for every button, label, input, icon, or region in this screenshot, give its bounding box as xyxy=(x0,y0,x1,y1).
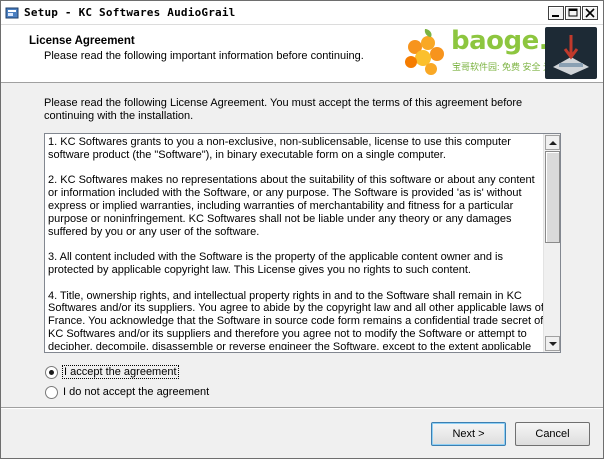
decline-label[interactable]: I do not accept the agreement xyxy=(63,386,209,398)
close-button[interactable] xyxy=(582,6,598,20)
next-button[interactable]: Next > xyxy=(431,422,506,446)
license-paragraph: 1. KC Softwares grants to you a non-excl… xyxy=(48,136,511,161)
watermark-logo: baoge.net 宝哥软件园: 免费 安全 无毒 xyxy=(401,25,601,83)
decline-radio[interactable] xyxy=(45,385,58,399)
footer-divider xyxy=(1,407,603,409)
license-scrollbar[interactable] xyxy=(543,134,560,352)
accept-radio[interactable] xyxy=(45,365,58,379)
orange-fruit-icon xyxy=(405,29,444,75)
scroll-up-button[interactable] xyxy=(545,135,560,150)
accept-option[interactable]: I accept the agreement xyxy=(45,364,179,380)
window-title: Setup - KC Softwares AudioGrail xyxy=(24,6,236,19)
license-textbox[interactable]: 1. KC Softwares grants to you a non-excl… xyxy=(44,133,561,353)
minimize-button[interactable] xyxy=(548,6,564,20)
license-paragraph: 2. KC Softwares makes no representations… xyxy=(48,174,535,238)
intro-text: Please read the following License Agreem… xyxy=(44,97,523,122)
close-icon xyxy=(585,8,595,18)
installer-badge-icon xyxy=(545,27,597,79)
license-paragraph: 4. Title, ownership rights, and intellec… xyxy=(48,289,544,350)
minimize-icon xyxy=(552,15,559,17)
wizard-header: License Agreement Please read the follow… xyxy=(1,25,603,83)
decline-option[interactable]: I do not accept the agreement xyxy=(45,384,209,400)
title-bar[interactable]: Setup - KC Softwares AudioGrail xyxy=(1,1,603,25)
cancel-button[interactable]: Cancel xyxy=(515,422,590,446)
scroll-thumb[interactable] xyxy=(545,151,560,243)
license-paragraph: 3. All content included with the Softwar… xyxy=(48,251,503,276)
maximize-icon xyxy=(568,8,578,17)
accept-label[interactable]: I accept the agreement xyxy=(62,365,179,379)
page-title: License Agreement xyxy=(29,35,135,47)
arrow-down-icon xyxy=(549,342,557,346)
maximize-button[interactable] xyxy=(565,6,581,20)
arrow-up-icon xyxy=(549,141,557,145)
setup-app-icon xyxy=(5,7,19,19)
setup-window: Setup - KC Softwares AudioGrail License … xyxy=(0,0,604,459)
license-content: 1. KC Softwares grants to you a non-excl… xyxy=(47,136,544,350)
scroll-down-button[interactable] xyxy=(545,336,560,351)
page-subtitle: Please read the following important info… xyxy=(44,50,364,62)
